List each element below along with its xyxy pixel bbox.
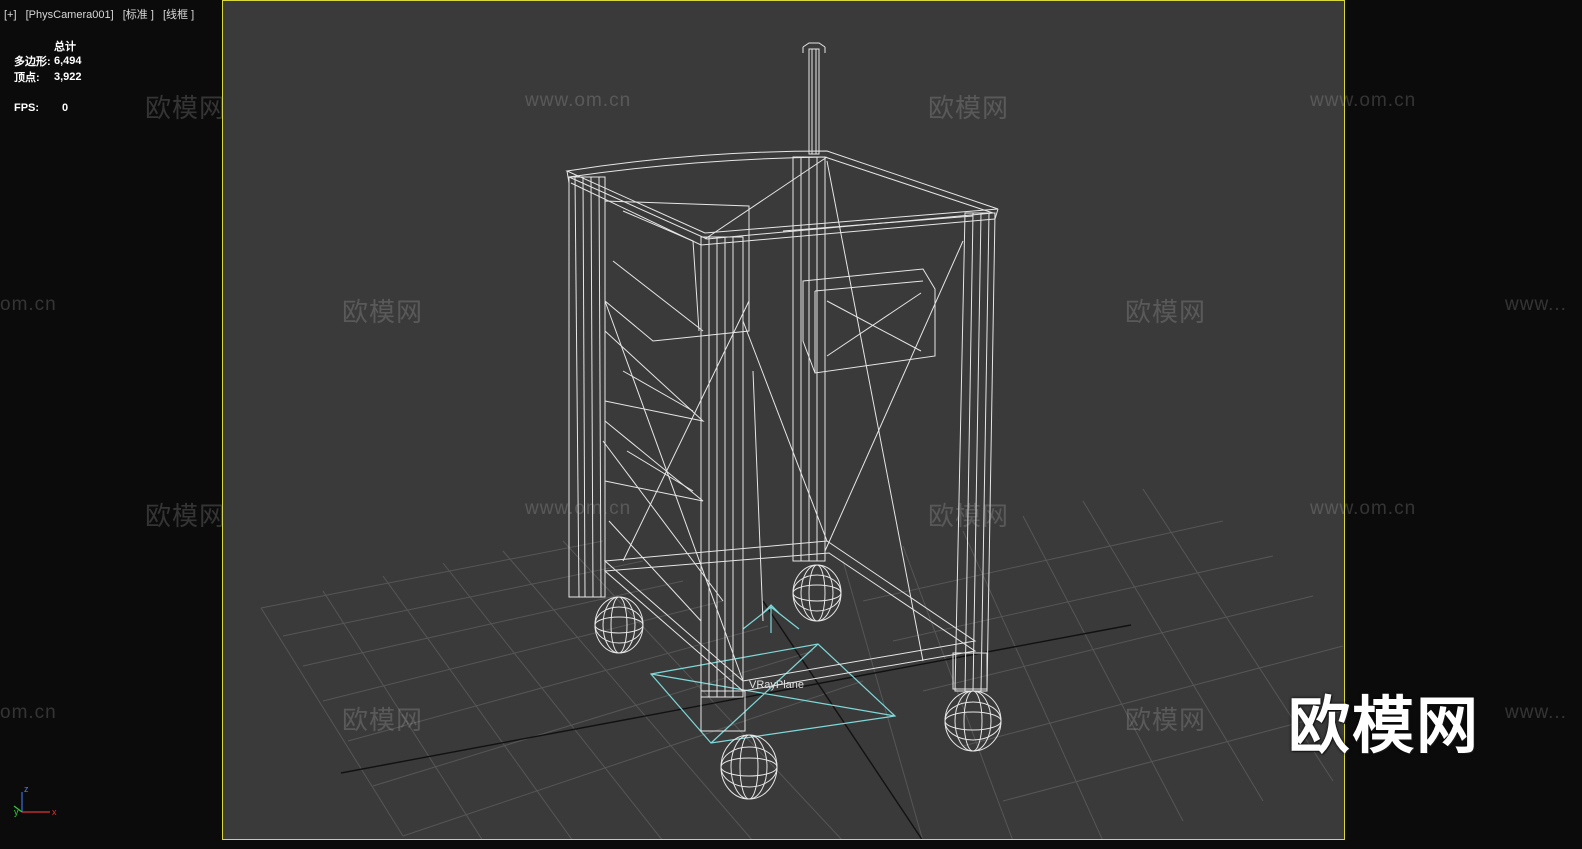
stats-fps-label: FPS: (14, 102, 40, 115)
wheel-back-right (792, 564, 842, 622)
watermark-url: www.om.cn (525, 498, 632, 519)
axis-y-label: y (14, 807, 19, 817)
watermark-url: www.om.cn (1310, 90, 1417, 111)
viewport-shading-menu[interactable]: [标准 ] (123, 9, 154, 21)
viewport-label-menu[interactable]: [+] [PhysCamera001] [标准 ] [线框 ] (4, 6, 200, 22)
stats-polys-row: 多边形: 6,494 (14, 54, 82, 70)
wheel-front-left (720, 734, 778, 800)
watermark-brand: 欧模网 (342, 705, 424, 735)
watermark-url-partial: www... (1505, 294, 1567, 315)
home-grid (260, 488, 1344, 839)
axis-z-label: z (24, 784, 29, 794)
viewport-plus-menu[interactable]: [+] (4, 9, 17, 21)
watermark-brand: 欧模网 (342, 297, 424, 327)
stats-verts-value: 3,922 (54, 70, 82, 83)
watermark-url: www.om.cn (525, 90, 632, 111)
grid-axis-x (340, 624, 1132, 774)
watermark-brand: 欧模网 (1125, 705, 1207, 735)
watermark-url-partial: om.cn (0, 294, 57, 315)
wheel-front-right (944, 690, 1002, 752)
stats-fps-value: 0 (62, 102, 69, 115)
stats-polys-label: 多边形: (14, 56, 51, 69)
watermark-brand: 欧模网 (145, 93, 227, 123)
watermark-url-partial: www... (1505, 702, 1567, 723)
stats-verts-label: 顶点: (14, 71, 40, 84)
grid-axis-y (762, 600, 923, 839)
brand-logo: 欧模网 (1288, 692, 1481, 761)
viewport-camera-menu[interactable]: [PhysCamera001] (26, 9, 114, 21)
watermark-brand: 欧模网 (1125, 297, 1207, 327)
watermark-url: www.om.cn (1310, 498, 1417, 519)
wheel-back-left (594, 596, 644, 654)
statistics-overlay: 总计 多边形: 6,494 顶点: 3,922 FPS: 0 (14, 38, 82, 116)
watermark-brand: 欧模网 (928, 501, 1010, 531)
axis-x-label: x (52, 807, 57, 817)
watermark-url-partial: om.cn (0, 702, 57, 723)
axis-gizmo-icon: x z y (13, 784, 57, 817)
stats-fps-row: FPS: 0 (14, 101, 82, 117)
stats-polys-value: 6,494 (54, 55, 82, 68)
stats-header: 总计 (54, 40, 76, 53)
viewport-mode-menu[interactable]: [线框 ] (163, 9, 194, 21)
stats-verts-row: 顶点: 3,922 (14, 69, 82, 85)
watermark-brand: 欧模网 (928, 93, 1010, 123)
watermark-brand: 欧模网 (145, 501, 227, 531)
